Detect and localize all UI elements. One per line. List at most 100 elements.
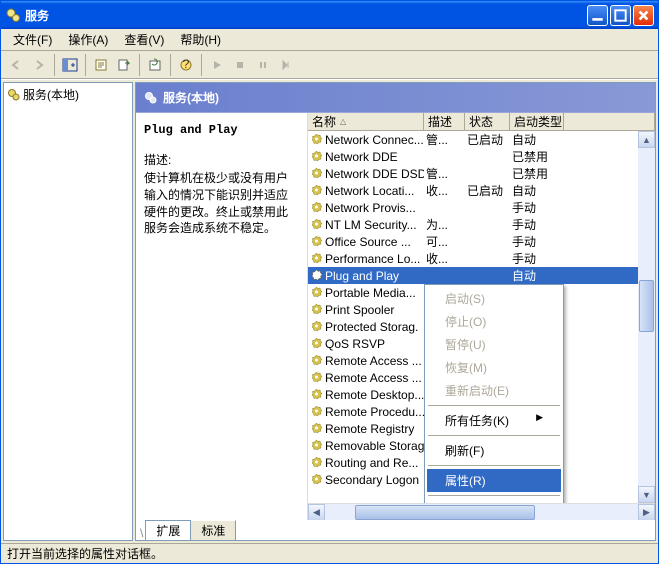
- table-row[interactable]: Network DDE DSDM管...已禁用: [308, 165, 655, 182]
- help-button[interactable]: ?: [175, 54, 197, 76]
- menu-view[interactable]: 查看(V): [116, 29, 172, 50]
- column-spacer: [564, 113, 655, 130]
- scroll-thumb[interactable]: [639, 280, 654, 332]
- show-hide-tree-button[interactable]: [59, 54, 81, 76]
- gear-icon: [310, 269, 323, 282]
- forward-button: [28, 54, 50, 76]
- horizontal-scrollbar[interactable]: ◀ ▶: [308, 503, 655, 520]
- service-name: Removable Storag.: [325, 439, 424, 453]
- table-row[interactable]: Office Source ...可...手动: [308, 233, 655, 250]
- tree-root-services[interactable]: 服务(本地): [6, 85, 130, 104]
- hscroll-track[interactable]: [325, 504, 638, 521]
- gear-icon: [310, 337, 323, 350]
- table-row[interactable]: Performance Lo...收...手动: [308, 250, 655, 267]
- table-row[interactable]: Network Connec...管...已启动自动: [308, 131, 655, 148]
- table-row[interactable]: NT LM Security...为...手动: [308, 216, 655, 233]
- table-row[interactable]: Network Locati...收...已启动自动: [308, 182, 655, 199]
- table-row[interactable]: Network Provis...手动: [308, 199, 655, 216]
- selected-service-name: Plug and Play: [144, 123, 299, 137]
- tree-pane[interactable]: 服务(本地): [3, 82, 133, 541]
- service-start-type: 手动: [510, 216, 564, 233]
- service-desc: 管...: [424, 165, 465, 182]
- cm-stop: 停止(O): [427, 310, 561, 333]
- service-name: Performance Lo...: [325, 252, 420, 266]
- service-desc: 收...: [424, 182, 465, 199]
- service-name: Portable Media...: [325, 286, 416, 300]
- menu-action[interactable]: 操作(A): [60, 29, 116, 50]
- gear-icon: [310, 252, 323, 265]
- gear-icon: [310, 473, 323, 486]
- gears-icon: [5, 7, 21, 23]
- tab-standard[interactable]: 标准: [190, 520, 236, 541]
- gear-icon: [310, 286, 323, 299]
- service-name: Print Spooler: [325, 303, 394, 317]
- scroll-track[interactable]: [638, 148, 655, 486]
- menu-help[interactable]: 帮助(H): [172, 29, 229, 50]
- service-name: Secondary Logon: [325, 473, 419, 487]
- service-name: Plug and Play: [325, 269, 399, 283]
- menu-file[interactable]: 文件(F): [5, 29, 60, 50]
- gear-icon: [310, 422, 323, 435]
- vertical-scrollbar[interactable]: ▲ ▼: [638, 131, 655, 503]
- hscroll-thumb[interactable]: [355, 505, 535, 520]
- column-desc[interactable]: 描述: [424, 113, 465, 130]
- refresh-button[interactable]: [144, 54, 166, 76]
- service-name: Routing and Re...: [325, 456, 418, 470]
- cm-all-tasks[interactable]: 所有任务(K): [427, 409, 561, 432]
- titlebar[interactable]: 服务: [1, 1, 658, 29]
- service-desc: 可...: [424, 233, 465, 250]
- gear-icon: [310, 439, 323, 452]
- cm-refresh[interactable]: 刷新(F): [427, 439, 561, 462]
- service-start-type: 已禁用: [510, 148, 564, 165]
- column-start-type[interactable]: 启动类型: [510, 113, 564, 130]
- gears-icon: [7, 88, 20, 101]
- service-start-type: 自动: [510, 267, 564, 284]
- view-tabs: 扩展 标准: [136, 520, 655, 540]
- table-row[interactable]: Plug and Play 自动: [308, 267, 655, 284]
- service-start-type: 手动: [510, 250, 564, 267]
- scroll-right-button[interactable]: ▶: [638, 504, 655, 521]
- start-service-button: [206, 54, 228, 76]
- scroll-left-button[interactable]: ◀: [308, 504, 325, 521]
- restart-service-button: [275, 54, 297, 76]
- gear-icon: [310, 303, 323, 316]
- menubar: 文件(F) 操作(A) 查看(V) 帮助(H): [1, 29, 658, 51]
- gear-icon: [310, 184, 323, 197]
- tree-root-label: 服务(本地): [23, 86, 79, 103]
- service-name: Remote Access ...: [325, 371, 422, 385]
- scroll-down-button[interactable]: ▼: [638, 486, 655, 503]
- gear-icon: [310, 388, 323, 401]
- table-row[interactable]: Network DDE 已禁用: [308, 148, 655, 165]
- column-status[interactable]: 状态: [465, 113, 510, 130]
- service-start-type: 自动: [510, 131, 564, 148]
- scroll-up-button[interactable]: ▲: [638, 131, 655, 148]
- minimize-button[interactable]: [587, 5, 608, 26]
- export-list-button[interactable]: [113, 54, 135, 76]
- content-row: Plug and Play 描述: 使计算机在极少或没有用户输入的情况下能识别并…: [136, 113, 655, 520]
- service-status: 已启动: [465, 131, 510, 148]
- list-body[interactable]: Network Connec...管...已启动自动 Network DDE 已禁用…: [308, 131, 655, 503]
- pause-service-button: [252, 54, 274, 76]
- main-area: 服务(本地) 服务(本地) Plug and Play 描述: 使计算机在极少或…: [1, 79, 658, 543]
- back-button: [5, 54, 27, 76]
- detail-pane: Plug and Play 描述: 使计算机在极少或没有用户输入的情况下能识别并…: [136, 113, 308, 520]
- stop-service-button: [229, 54, 251, 76]
- service-name: Network DDE: [325, 150, 398, 164]
- column-name[interactable]: 名称△: [308, 113, 424, 130]
- cm-help[interactable]: 帮助(H): [427, 499, 561, 503]
- gear-icon: [310, 218, 323, 231]
- list-header: 名称△ 描述 状态 启动类型: [308, 113, 655, 131]
- maximize-button[interactable]: [610, 5, 631, 26]
- gear-icon: [310, 150, 323, 163]
- properties-button[interactable]: [90, 54, 112, 76]
- cm-resume: 恢复(M): [427, 356, 561, 379]
- service-start-type: 手动: [510, 233, 564, 250]
- service-name: NT LM Security...: [325, 218, 417, 232]
- cm-properties[interactable]: 属性(R): [427, 469, 561, 492]
- service-start-type: 手动: [510, 199, 564, 216]
- cm-start: 启动(S): [427, 287, 561, 310]
- tab-extended[interactable]: 扩展: [145, 520, 191, 541]
- context-menu[interactable]: 启动(S)停止(O)暂停(U)恢复(M)重新启动(E)所有任务(K)刷新(F)属…: [424, 284, 564, 503]
- services-window: 服务 文件(F) 操作(A) 查看(V) 帮助(H) ?: [0, 0, 659, 564]
- close-button[interactable]: [633, 5, 654, 26]
